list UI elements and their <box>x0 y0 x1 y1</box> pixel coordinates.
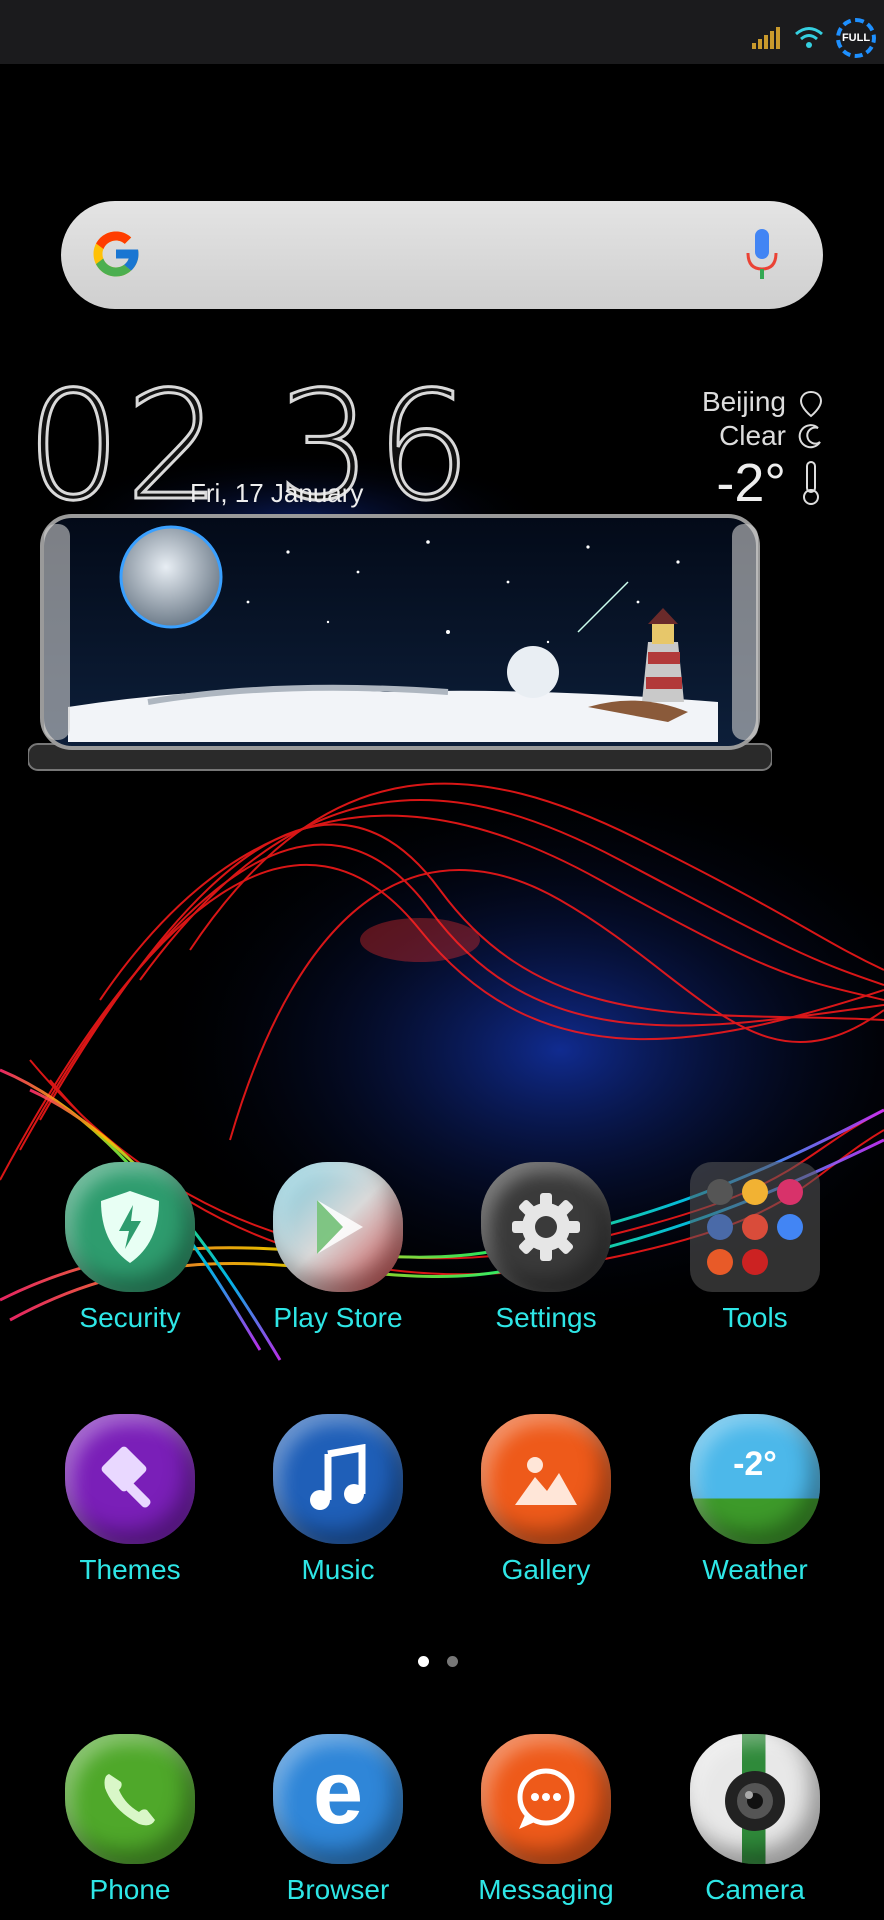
app-phone[interactable]: Phone <box>30 1734 230 1906</box>
clock-date: Fri, 17 January <box>190 478 364 508</box>
app-play-store[interactable]: Play Store <box>238 1162 438 1334</box>
mic-icon[interactable] <box>745 229 779 281</box>
moon-icon <box>798 424 821 449</box>
app-label: Weather <box>702 1554 808 1585</box>
shield-icon <box>65 1162 195 1292</box>
app-gallery[interactable]: Gallery <box>446 1414 646 1586</box>
folder-icon <box>690 1162 820 1292</box>
weather-city: Beijing <box>701 386 786 417</box>
message-icon <box>481 1734 611 1864</box>
app-themes[interactable]: Themes <box>30 1414 230 1586</box>
status-bar: FULL <box>0 0 884 64</box>
signal-icon <box>752 27 780 49</box>
app-weather[interactable]: -2° Weather <box>655 1414 855 1586</box>
app-browser[interactable]: e Browser <box>238 1734 438 1906</box>
app-label: Play Store <box>273 1302 403 1333</box>
google-logo-icon <box>93 231 139 277</box>
gear-icon <box>481 1162 611 1292</box>
app-label: Gallery <box>501 1554 591 1585</box>
app-label: Tools <box>722 1302 788 1333</box>
app-label: Music <box>301 1554 375 1585</box>
app-messaging[interactable]: Messaging <box>446 1734 646 1906</box>
folder-tools[interactable]: Tools <box>655 1162 855 1334</box>
page-dot-active[interactable] <box>418 1656 429 1667</box>
google-search-bar[interactable] <box>61 201 823 309</box>
battery-icon: FULL <box>836 18 876 58</box>
music-note-icon <box>273 1414 403 1544</box>
browser-icon: e <box>273 1734 403 1864</box>
weather-badge: -2° <box>733 1444 777 1483</box>
app-label: Messaging <box>478 1874 614 1905</box>
weather-temperature: -2° <box>716 453 786 513</box>
weather-icon: -2° <box>690 1414 820 1544</box>
camera-icon <box>690 1734 820 1864</box>
gallery-icon <box>481 1414 611 1544</box>
app-music[interactable]: Music <box>238 1414 438 1586</box>
play-store-icon <box>273 1162 403 1292</box>
app-label: Security <box>79 1302 181 1333</box>
status-icons: FULL <box>752 18 876 58</box>
phone-icon <box>65 1734 195 1864</box>
app-settings[interactable]: Settings <box>446 1162 646 1334</box>
weather-condition: Clear <box>719 420 786 451</box>
app-label: Themes <box>79 1554 181 1585</box>
app-label: Camera <box>705 1874 805 1905</box>
app-label: Phone <box>89 1874 171 1905</box>
app-label: Settings <box>495 1302 597 1333</box>
page-dot[interactable] <box>447 1656 458 1667</box>
location-pin-icon <box>799 390 823 418</box>
thermometer-icon <box>803 461 819 505</box>
wifi-icon <box>795 27 823 48</box>
app-camera[interactable]: Camera <box>655 1734 855 1906</box>
app-security[interactable]: Security <box>30 1162 230 1334</box>
page-indicator[interactable] <box>418 1656 458 1667</box>
weather-scene-widget[interactable] <box>28 512 772 774</box>
brush-icon <box>65 1414 195 1544</box>
app-label: Browser <box>286 1874 390 1905</box>
